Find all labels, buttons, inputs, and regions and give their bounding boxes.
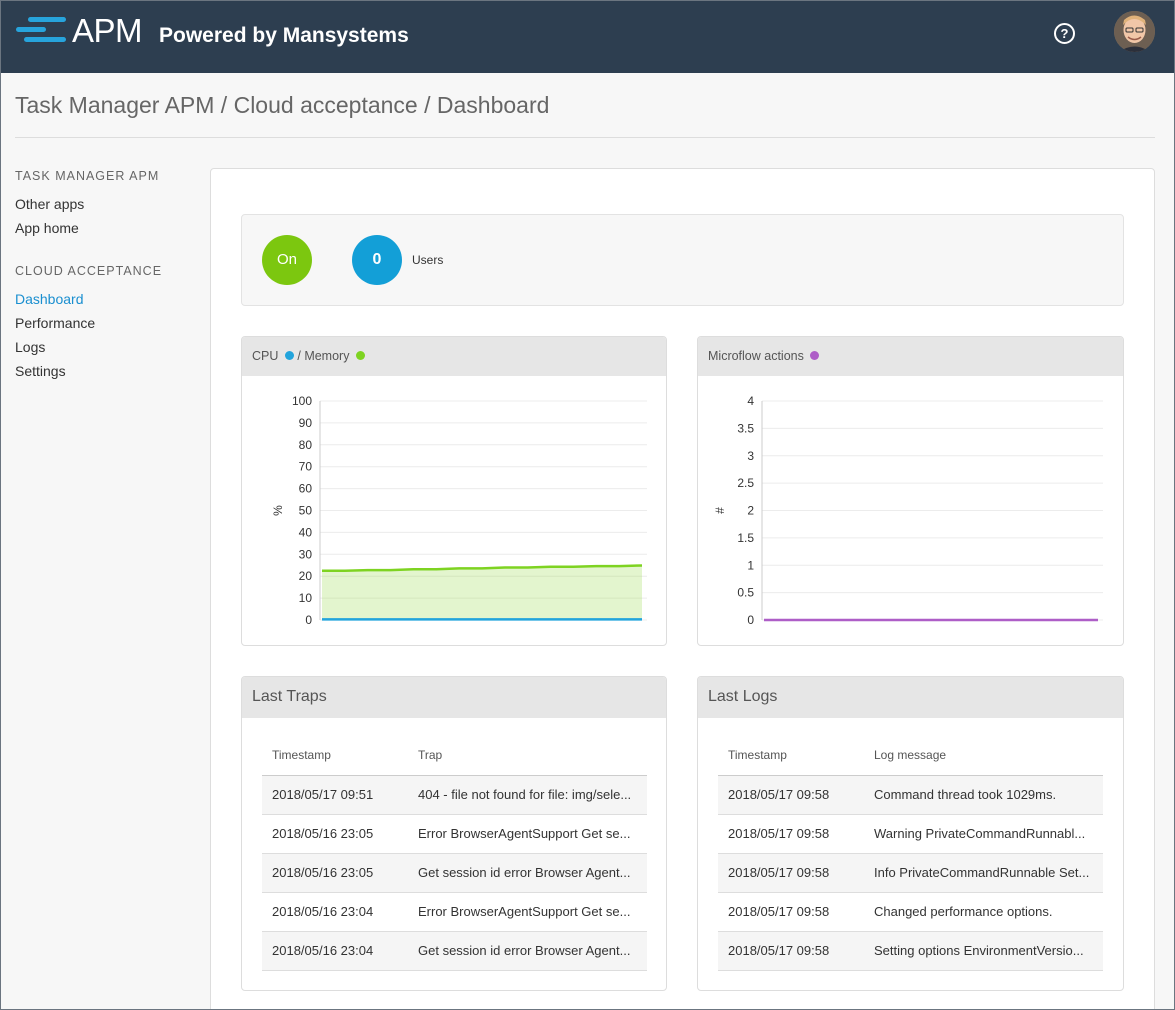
message-cell: Error BrowserAgentSupport Get se...: [408, 814, 647, 854]
y-tick-label: 50: [299, 504, 313, 518]
question-circle-icon[interactable]: ?: [1054, 23, 1075, 44]
timestamp-cell: 2018/05/17 09:58: [718, 892, 864, 932]
users-label: Users: [412, 253, 444, 267]
cpu-memory-panel-header: CPU / Memory: [242, 337, 666, 376]
table-row[interactable]: 2018/05/17 09:58 Changed performance opti…: [718, 892, 1103, 932]
brand-name[interactable]: APM: [72, 12, 143, 50]
message-cell: Warning PrivateCommandRunnabl...: [864, 814, 1103, 854]
last-traps-header: Last Traps: [242, 677, 666, 718]
y-tick-label: 10: [299, 591, 313, 605]
message-cell: Get session id error Browser Agent...: [408, 931, 647, 971]
message-cell: Setting options EnvironmentVersio...: [864, 931, 1103, 971]
timestamp-cell: 2018/05/16 23:04: [262, 892, 408, 932]
y-tick-label: 2: [747, 504, 754, 518]
table-row[interactable]: 2018/05/16 23:05 Get session id error Bro…: [262, 853, 647, 893]
column-header-trap[interactable]: Trap: [408, 736, 647, 776]
timestamp-cell: 2018/05/16 23:05: [262, 853, 408, 893]
message-cell: Error BrowserAgentSupport Get se...: [408, 892, 647, 932]
y-tick-label: 1.5: [737, 531, 754, 545]
last-traps-panel: Last Traps Timestamp Trap 2018/05/17 09:…: [241, 676, 667, 991]
microflow-title-text: Microflow actions: [708, 349, 804, 363]
user-avatar[interactable]: [1114, 11, 1155, 52]
message-cell: 404 - file not found for file: img/sele.…: [408, 775, 647, 815]
table-row[interactable]: 2018/05/17 09:58 Command thread took 1029…: [718, 775, 1103, 815]
sidebar-item-app-home[interactable]: App home: [15, 220, 79, 236]
timestamp-cell: 2018/05/17 09:58: [718, 814, 864, 854]
timestamp-cell: 2018/05/17 09:51: [262, 775, 408, 815]
sidebar-item-other-apps[interactable]: Other apps: [15, 196, 84, 212]
column-header-timestamp[interactable]: Timestamp: [718, 736, 864, 776]
y-tick-label: 1: [747, 558, 754, 572]
y-tick-label: 4: [747, 394, 754, 408]
column-header-timestamp[interactable]: Timestamp: [262, 736, 408, 776]
y-tick-label: 100: [292, 394, 312, 408]
sidebar-heading-cloud-acceptance: CLOUD ACCEPTANCE: [15, 264, 163, 278]
cpu-title: CPU: [252, 349, 279, 363]
y-tick-label: 3: [747, 449, 754, 463]
y-tick-label: 0: [747, 613, 754, 627]
y-tick-label: 0.5: [737, 586, 754, 600]
users-count-badge: 0: [352, 235, 402, 285]
last-logs-title: Last Logs: [708, 688, 778, 705]
microflow-title: Microflow actions: [708, 349, 820, 363]
y-axis-label: #: [713, 507, 727, 514]
table-row[interactable]: 2018/05/17 09:58 Warning PrivateCommandRu…: [718, 814, 1103, 854]
microflow-legend-dot: [810, 351, 820, 360]
last-traps-title: Last Traps: [252, 688, 327, 705]
app-status-badge: On: [262, 235, 312, 285]
y-tick-label: 70: [299, 460, 313, 474]
sidebar-item-performance[interactable]: Performance: [15, 315, 95, 331]
traps-table: Timestamp Trap 2018/05/17 09:51 404 - fil…: [262, 736, 647, 971]
y-tick-label: 0: [305, 613, 312, 627]
timestamp-cell: 2018/05/17 09:58: [718, 775, 864, 815]
sidebar-heading-task-manager: TASK MANAGER APM: [15, 169, 160, 183]
y-axis-label: %: [271, 505, 285, 516]
timestamp-cell: 2018/05/16 23:04: [262, 931, 408, 971]
column-header-log-message[interactable]: Log message: [864, 736, 1103, 776]
timestamp-cell: 2018/05/17 09:58: [718, 931, 864, 971]
logs-table: Timestamp Log message 2018/05/17 09:58 Co…: [718, 736, 1103, 971]
message-cell: Get session id error Browser Agent...: [408, 853, 647, 893]
table-row[interactable]: 2018/05/17 09:51 404 - file not found for…: [262, 775, 647, 815]
message-cell: Command thread took 1029ms.: [864, 775, 1103, 815]
memory-legend-dot: [355, 351, 365, 360]
series-area: [322, 565, 642, 620]
y-tick-label: 2.5: [737, 476, 754, 490]
table-row[interactable]: 2018/05/17 09:58 Setting options Environm…: [718, 931, 1103, 971]
cpu-memory-panel: CPU / Memory 100 90 80 70 60 50 40 30 20 10 0%: [241, 336, 667, 646]
y-tick-label: 80: [299, 438, 313, 452]
y-tick-label: 90: [299, 416, 313, 430]
sidebar-item-dashboard[interactable]: Dashboard: [15, 291, 84, 307]
apm-logo-icon: [16, 17, 66, 43]
y-tick-label: 20: [299, 569, 313, 583]
table-row[interactable]: 2018/05/16 23:04 Get session id error Bro…: [262, 931, 647, 971]
y-tick-label: 3.5: [737, 421, 754, 435]
last-logs-header: Last Logs: [698, 677, 1123, 718]
microflow-panel: Microflow actions 4 3.5 3 2.5 2 1.5 1 0.5 0 #: [697, 336, 1124, 646]
divider: [15, 137, 1155, 138]
sidebar-item-settings[interactable]: Settings: [15, 363, 66, 379]
microflow-panel-header: Microflow actions: [698, 337, 1123, 376]
last-logs-panel: Last Logs Timestamp Log message 2018/05/…: [697, 676, 1124, 991]
y-tick-label: 60: [299, 482, 313, 496]
table-row[interactable]: 2018/05/16 23:04 Error BrowserAgentSuppor…: [262, 892, 647, 932]
table-row[interactable]: 2018/05/17 09:58 Info PrivateCommandRunna…: [718, 853, 1103, 893]
brand-tagline: Powered by Mansystems: [159, 24, 409, 47]
y-tick-label: 40: [299, 525, 313, 539]
sidebar-item-logs[interactable]: Logs: [15, 339, 45, 355]
cpu-memory-title: CPU / Memory: [252, 349, 365, 363]
message-cell: Changed performance options.: [864, 892, 1103, 932]
top-navbar: APM Powered by Mansystems ?: [0, 0, 1175, 73]
y-tick-label: 30: [299, 547, 313, 561]
memory-title: / Memory: [297, 349, 350, 363]
timestamp-cell: 2018/05/16 23:05: [262, 814, 408, 854]
page-title: Task Manager APM / Cloud acceptance / Da…: [15, 92, 550, 118]
microflow-chart: 4 3.5 3 2.5 2 1.5 1 0.5 0 #: [713, 394, 1103, 627]
cpu-legend-dot: [284, 351, 294, 360]
timestamp-cell: 2018/05/17 09:58: [718, 853, 864, 893]
cpu-memory-chart: 1009080706050403020100%: [271, 394, 647, 627]
table-row[interactable]: 2018/05/16 23:05 Error BrowserAgentSuppor…: [262, 814, 647, 854]
message-cell: Info PrivateCommandRunnable Set...: [864, 853, 1103, 893]
